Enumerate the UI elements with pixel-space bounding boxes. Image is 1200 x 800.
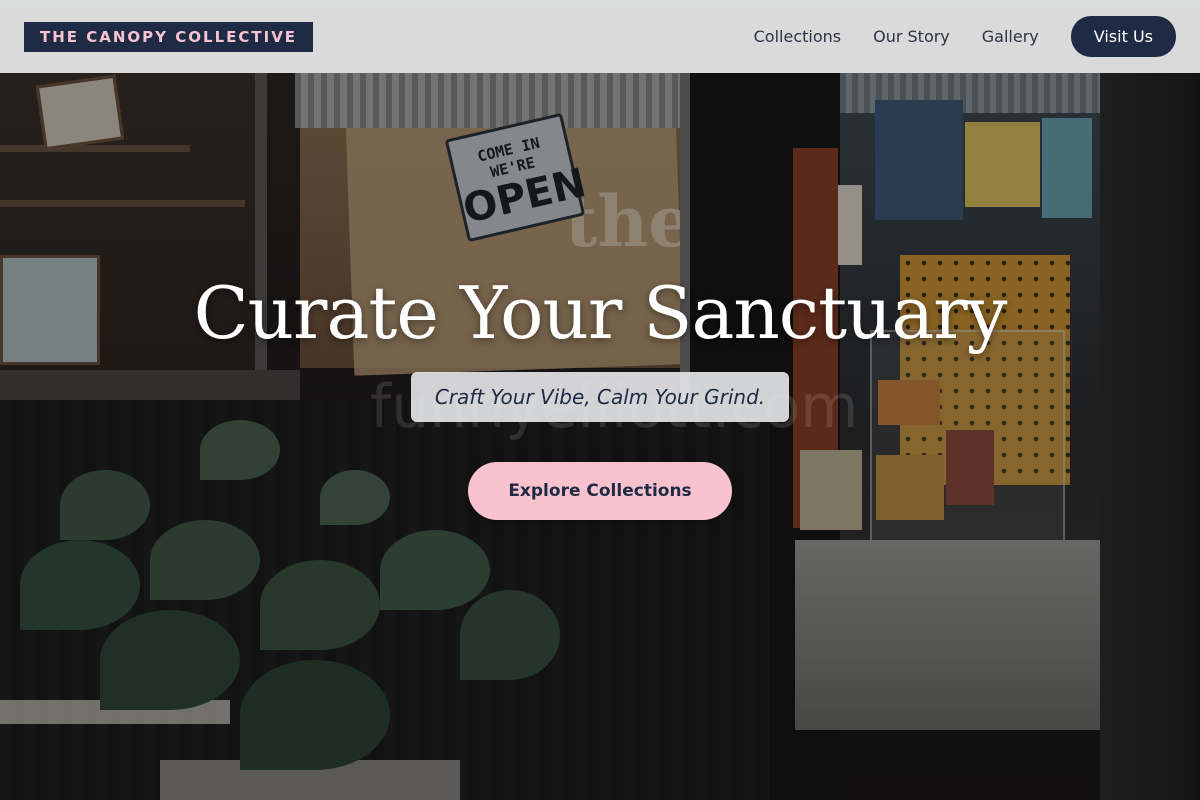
visit-us-button[interactable]: Visit Us xyxy=(1070,16,1176,57)
hero-title: Curate Your Sanctuary xyxy=(193,271,1008,355)
primary-nav: Collections Our Story Gallery Visit Us xyxy=(722,16,1176,57)
tagline-container: Craft Your Vibe, Calm Your Grind. xyxy=(0,372,1200,423)
hero-tagline: Craft Your Vibe, Calm Your Grind. xyxy=(410,372,790,423)
hero-section: Curate Your Sanctuary Craft Your Vibe, C… xyxy=(0,240,1200,521)
nav-link-our-story[interactable]: Our Story xyxy=(873,27,950,46)
nav-link-collections[interactable]: Collections xyxy=(754,27,841,46)
nav-link-gallery[interactable]: Gallery xyxy=(982,27,1039,46)
explore-collections-button[interactable]: Explore Collections xyxy=(468,462,732,521)
brand-logo[interactable]: THE CANOPY COLLECTIVE xyxy=(24,21,314,52)
top-navbar: THE CANOPY COLLECTIVE Collections Our St… xyxy=(0,0,1200,73)
